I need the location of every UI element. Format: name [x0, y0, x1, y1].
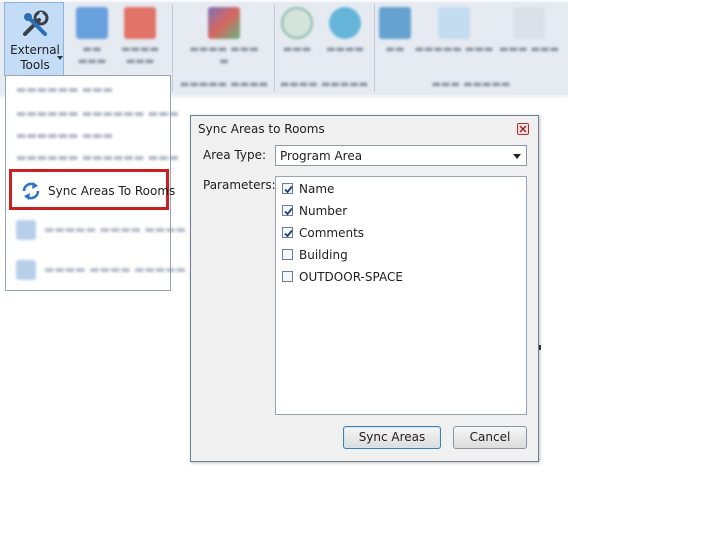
checkmark-icon — [284, 229, 293, 238]
checkbox[interactable] — [282, 249, 293, 260]
background-artifact — [539, 345, 541, 350]
ribbon-button-blurred-2[interactable]: ▬▬▬▬ ▬▬▬ — [114, 4, 166, 74]
sync-areas-dialog: Sync Areas to Rooms Area Type: Program A… — [190, 115, 539, 462]
dropdown-item-sync-areas-to-rooms[interactable]: Sync Areas To Rooms — [9, 169, 175, 210]
sync-areas-button[interactable]: Sync Areas — [343, 426, 441, 449]
blurred-label: ▬▬▬▬▬ ▬▬▬ — [414, 44, 494, 55]
blurred-label: ▬▬ — [385, 44, 405, 55]
app-icon — [379, 7, 411, 39]
parameter-label: OUTDOOR-SPACE — [299, 270, 403, 284]
ribbon-button-blurred-8[interactable]: ▬▬▬ ▬▬▬ — [494, 4, 564, 74]
chevron-down-icon — [57, 56, 63, 60]
blurred-label: ▬▬ ▬▬▬ — [77, 44, 107, 67]
dropdown-item-blurred[interactable]: ▬▬▬▬▬ ▬▬▬▬ ▬▬▬▬ — [12, 218, 186, 242]
external-tools-button[interactable]: External Tools — [4, 2, 64, 76]
external-tools-label-line2: Tools — [20, 58, 50, 72]
blurred-label: ▬▬▬▬ — [326, 44, 364, 55]
parameter-row-building[interactable]: Building — [282, 246, 512, 264]
parameter-label: Name — [299, 182, 335, 196]
app-icon — [16, 220, 36, 240]
ribbon-separator — [172, 4, 173, 92]
app-icon — [208, 7, 240, 39]
dropdown-item-blurred[interactable]: ▬▬▬▬▬▬ ▬▬▬ — [16, 84, 113, 96]
app-icon — [329, 7, 361, 39]
ribbon-panel-label-blurred: ▬▬▬ ▬▬▬▬▬ — [431, 79, 511, 90]
blurred-label: ▬▬▬▬▬ ▬▬▬▬ ▬▬▬▬ — [44, 223, 187, 236]
tools-icon — [23, 10, 49, 36]
app-icon — [76, 7, 108, 39]
parameter-label: Comments — [299, 226, 365, 240]
blurred-label: ▬▬▬ — [282, 44, 312, 55]
parameter-row-number[interactable]: Number — [282, 202, 512, 220]
dropdown-item-blurred[interactable]: ▬▬▬▬▬▬ ▬▬▬ — [16, 130, 113, 142]
ribbon-button-blurred-4[interactable]: ▬▬▬ — [278, 4, 316, 74]
area-type-value: Program Area — [280, 149, 363, 163]
close-icon — [519, 125, 527, 133]
ribbon-button-blurred-5[interactable]: ▬▬▬▬ — [320, 4, 370, 74]
checkbox[interactable] — [282, 271, 293, 282]
app-icon — [281, 7, 313, 39]
ribbon-button-blurred-1[interactable]: ▬▬ ▬▬▬ — [70, 4, 114, 74]
dropdown-item-label: Sync Areas To Rooms — [48, 184, 176, 198]
ribbon-top-edge — [0, 0, 568, 2]
blurred-label: ▬▬▬▬ ▬▬▬ ▬ — [189, 44, 259, 67]
checkbox[interactable] — [282, 227, 293, 238]
parameter-row-comments[interactable]: Comments — [282, 224, 512, 242]
external-tools-label-line1: External — [10, 43, 60, 57]
ribbon-separator — [374, 4, 375, 92]
checkbox[interactable] — [282, 205, 293, 216]
parameter-label: Number — [299, 204, 348, 218]
ribbon-button-blurred-6[interactable]: ▬▬ — [378, 4, 412, 74]
ribbon-separator — [274, 4, 275, 92]
cancel-button[interactable]: Cancel — [453, 426, 527, 449]
blurred-label: ▬▬▬▬ ▬▬▬▬ ▬▬▬▬▬ — [44, 263, 187, 276]
app-icon — [16, 260, 36, 280]
sync-arrows-icon — [22, 182, 40, 200]
close-button[interactable] — [517, 123, 529, 135]
dropdown-item-blurred[interactable]: ▬▬▬▬ ▬▬▬▬ ▬▬▬▬▬ — [12, 258, 186, 282]
ribbon-panel-label-blurred: ▬▬▬▬▬ ▬▬▬▬ — [179, 79, 269, 90]
chevron-down-icon — [513, 154, 521, 159]
checkmark-icon — [284, 185, 293, 194]
ribbon-panel-label-blurred: ▬▬▬▬ ▬▬▬▬▬ — [279, 79, 369, 90]
dropdown-item-blurred[interactable]: ▬▬▬▬▬▬ ▬▬▬▬▬▬ ▬▬▬ — [16, 152, 179, 164]
app-icon — [513, 7, 545, 39]
blurred-label: ▬▬▬ ▬▬▬ — [499, 44, 559, 55]
area-type-select[interactable]: Program Area — [275, 145, 527, 166]
parameter-label: Building — [299, 248, 348, 262]
external-tools-label: External Tools — [5, 43, 65, 73]
dropdown-item-blurred[interactable]: ▬▬▬▬▬▬ ▬▬▬▬▬▬ ▬▬▬ — [16, 108, 179, 120]
app-icon — [124, 7, 156, 39]
checkbox[interactable] — [282, 183, 293, 194]
parameter-row-outdoor-space[interactable]: OUTDOOR-SPACE — [282, 268, 512, 286]
area-type-label: Area Type: — [203, 148, 267, 162]
ribbon-button-blurred-3[interactable]: ▬▬▬▬ ▬▬▬ ▬ — [180, 4, 268, 74]
parameters-label: Parameters: — [203, 178, 276, 192]
app-icon — [438, 7, 470, 39]
dialog-title: Sync Areas to Rooms — [198, 122, 325, 136]
parameter-row-name[interactable]: Name — [282, 180, 512, 198]
external-tools-dropdown: ▬▬▬▬▬▬ ▬▬▬ ▬▬▬▬▬▬ ▬▬▬▬▬▬ ▬▬▬ ▬▬▬▬▬▬ ▬▬▬ … — [5, 75, 186, 291]
parameters-list: Name Number Comments Building OUTDOOR-SP… — [275, 176, 527, 415]
checkmark-icon — [284, 207, 293, 216]
ribbon-button-blurred-7[interactable]: ▬▬▬▬▬ ▬▬▬ — [414, 4, 494, 74]
blurred-label: ▬▬▬▬ ▬▬▬ — [121, 44, 159, 67]
